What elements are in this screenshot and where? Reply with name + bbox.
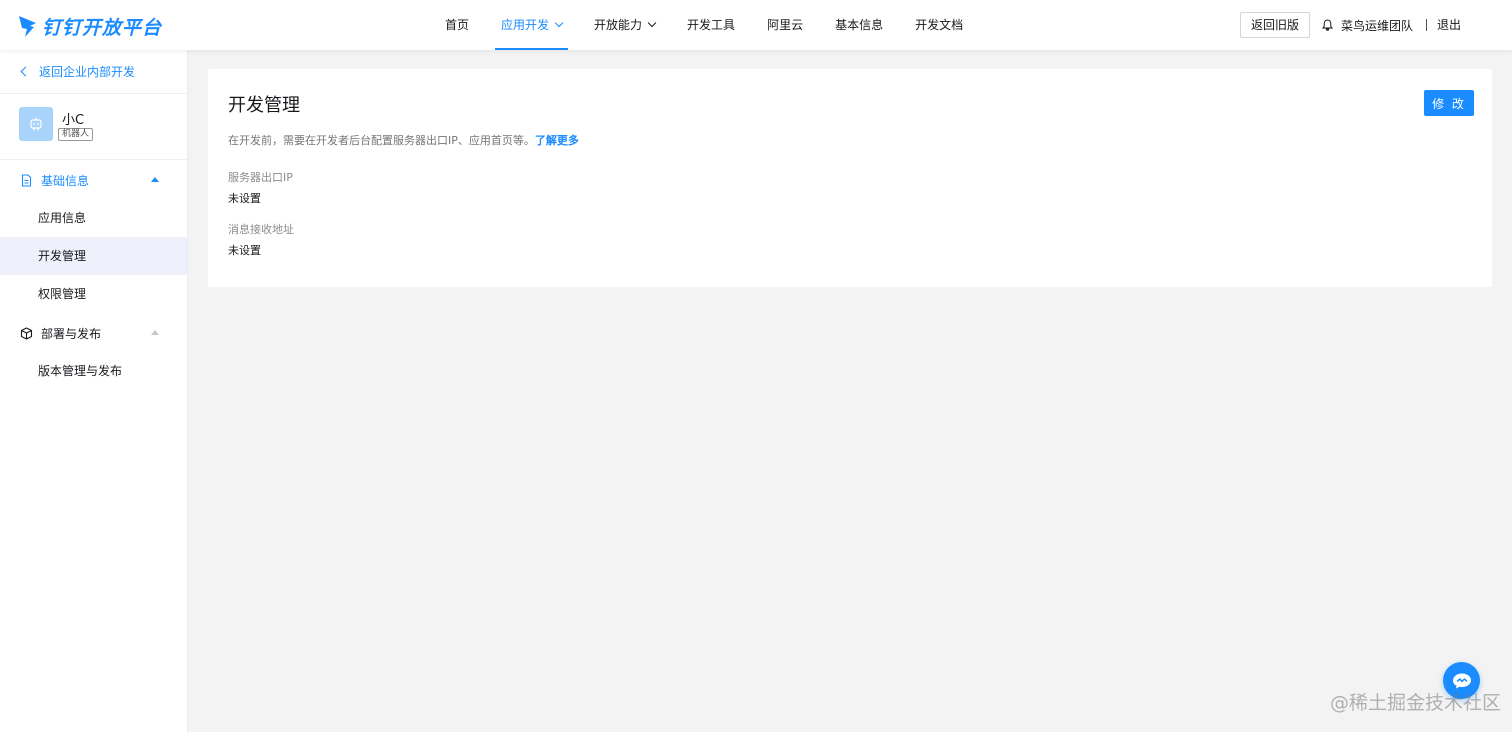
dingtalk-logo-icon: [19, 16, 36, 37]
bell-icon: [1322, 19, 1333, 31]
nav-dev-tools[interactable]: 开发工具: [687, 0, 735, 50]
nav-dev-tools-label: 开发工具: [687, 18, 736, 32]
nav-aliyun-label: 阿里云: [767, 18, 804, 32]
sidebar: 返回企业内部开发 小C 机器人 基础信息 应用信息 开发管理 权限管理 部署与发…: [0, 50, 188, 732]
learn-more-link[interactable]: 了解更多: [535, 134, 579, 147]
nav-app-development[interactable]: 应用开发: [495, 0, 569, 50]
watermark: @稀土掘金技术社区: [1330, 692, 1502, 714]
nav-basic-info[interactable]: 基本信息: [835, 0, 883, 50]
brand-logo[interactable]: 钉钉开放平台: [18, 13, 162, 39]
chevron-down-icon: [554, 18, 564, 28]
dev-management-card: 开发管理 修 改 在开发前，需要在开发者后台配置服务器出口IP、应用首页等。了解…: [208, 69, 1492, 287]
edit-button[interactable]: 修 改: [1424, 90, 1474, 116]
message-url-value: 未设置: [228, 244, 261, 257]
top-header: 钉钉开放平台 首页 应用开发 开放能力 开发工具 阿里云 基本信息 开发文档 返…: [0, 0, 1512, 50]
nav-app-development-label: 应用开发: [501, 18, 550, 32]
sidebar-item-app-info[interactable]: 应用信息: [0, 199, 187, 237]
server-ip-label: 服务器出口IP: [228, 171, 293, 184]
page-title: 开发管理: [228, 95, 300, 116]
cube-icon: [20, 326, 33, 340]
caret-up-icon: [151, 330, 159, 335]
nav-dev-docs[interactable]: 开发文档: [915, 0, 963, 50]
sidebar-item-dev-management[interactable]: 开发管理: [0, 237, 187, 275]
message-url-label: 消息接收地址: [228, 223, 294, 236]
logout-link[interactable]: 退出: [1437, 0, 1461, 50]
back-to-internal-dev-link[interactable]: 返回企业内部开发: [0, 50, 187, 94]
menu-group-deploy-release[interactable]: 部署与发布: [0, 314, 187, 352]
page-description: 在开发前，需要在开发者后台配置服务器出口IP、应用首页等。了解更多: [228, 132, 579, 148]
app-info-card: 小C 机器人: [0, 94, 187, 160]
app-avatar: [19, 107, 53, 141]
sidebar-item-version-release[interactable]: 版本管理与发布: [0, 352, 187, 390]
main-nav: 首页 应用开发 开放能力 开发工具 阿里云 基本信息 开发文档: [430, 0, 995, 50]
nav-dev-docs-label: 开发文档: [915, 18, 964, 32]
description-text: 在开发前，需要在开发者后台配置服务器出口IP、应用首页等。: [228, 134, 535, 147]
server-ip-value: 未设置: [228, 192, 261, 205]
sidebar-item-permission-management[interactable]: 权限管理: [0, 275, 187, 313]
header-divider: [1426, 19, 1427, 31]
menu-group-deploy-release-label: 部署与发布: [41, 326, 102, 341]
chevron-down-icon: [647, 18, 657, 28]
app-type-badge: 机器人: [58, 128, 94, 141]
brand-name: 钉钉开放平台: [42, 16, 163, 39]
nav-home-label: 首页: [445, 18, 470, 32]
caret-up-icon: [151, 177, 159, 182]
nav-aliyun[interactable]: 阿里云: [767, 0, 803, 50]
team-switcher[interactable]: 菜鸟运维团队: [1322, 0, 1413, 50]
nav-open-capabilities-label: 开放能力: [594, 18, 643, 32]
nav-open-capabilities[interactable]: 开放能力: [594, 0, 657, 50]
menu-group-basic-info-label: 基础信息: [41, 173, 90, 188]
document-icon: [21, 173, 32, 187]
app-name: 小C: [62, 113, 85, 128]
back-link-label: 返回企业内部开发: [39, 65, 136, 79]
menu-group-basic-info[interactable]: 基础信息: [0, 161, 187, 199]
robot-icon: [30, 117, 42, 131]
back-to-legacy-button[interactable]: 返回旧版: [1240, 12, 1310, 38]
nav-home[interactable]: 首页: [445, 0, 469, 50]
chat-help-icon: [1452, 673, 1471, 688]
chevron-left-icon: [20, 66, 31, 77]
nav-basic-info-label: 基本信息: [835, 18, 884, 32]
team-name: 菜鸟运维团队: [1341, 18, 1414, 33]
